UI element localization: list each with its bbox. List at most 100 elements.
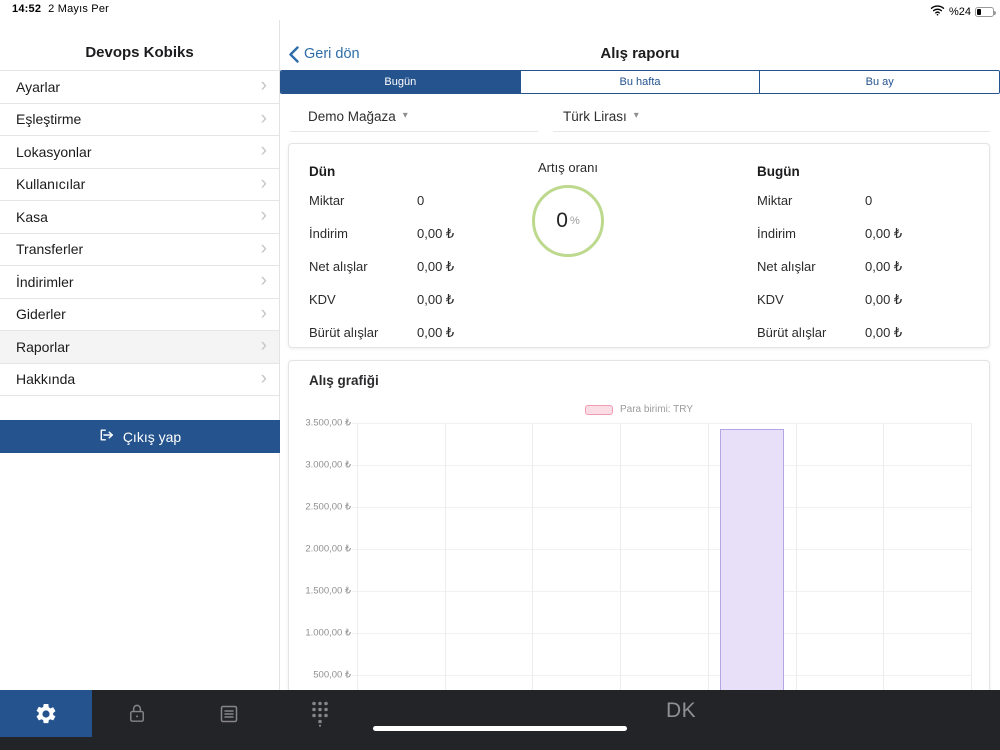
stat-row: KDV 0,00 ₺ (309, 283, 454, 316)
v-gridline (444, 423, 446, 690)
tab-bu-ay[interactable]: Bu ay (759, 71, 999, 93)
dock-tab-lock[interactable] (92, 690, 184, 737)
chart-plot: 3.500,00 ₺ 3.000,00 ₺ 2.500,00 ₺ 2.000,00 ₺… (305, 418, 972, 690)
growth-value: 0 (556, 209, 568, 232)
sidebar-item-raporlar[interactable]: Raporlar › (0, 331, 279, 364)
chart-legend: Para birimi: TRY (289, 404, 989, 415)
chart-title: Alış grafiği (309, 373, 379, 388)
lock-icon (130, 704, 145, 722)
stat-row: Miktar 0 (309, 184, 454, 217)
y-axis-tick-label: 3.500,00 ₺ (305, 417, 351, 429)
tab-bugun[interactable]: Bugün (281, 71, 520, 93)
v-gridline (532, 423, 534, 690)
status-date: 2 Mayıs Per (48, 3, 110, 15)
legend-label: Para birimi: TRY (620, 404, 693, 415)
stat-row: Miktar 0 (757, 184, 902, 217)
v-gridline (357, 423, 358, 690)
sidebar-item-label: Kasa (16, 208, 48, 225)
sidebar-item-indirimler[interactable]: İndirimler › (0, 266, 279, 299)
summary-left-rows: Miktar 0 İndirim 0,00 ₺ Net alışlar 0,00 ₺ KDV… (309, 184, 454, 349)
sidebar-title: Devops Kobiks (85, 44, 194, 61)
v-gridline (620, 423, 622, 690)
stat-row: Bürüt alışlar 0,00 ₺ (309, 316, 454, 349)
stat-value: 0,00 ₺ (865, 258, 903, 274)
y-axis-tick-label: 500,00 ₺ (313, 669, 351, 681)
stat-value: 0,00 ₺ (417, 291, 455, 307)
v-gridline (707, 423, 709, 690)
chevron-right-icon: › (260, 270, 267, 292)
stat-label: Bürüt alışlar (757, 325, 827, 340)
stat-row: Net alışlar 0,00 ₺ (309, 250, 454, 283)
stat-value: 0,00 ₺ (417, 225, 455, 241)
sidebar-item-ayarlar[interactable]: Ayarlar › (0, 71, 279, 104)
v-gridline (883, 423, 885, 690)
stat-label: Net alışlar (757, 259, 816, 274)
stat-row: Net alışlar 0,00 ₺ (757, 250, 902, 283)
currency-dropdown-value: Türk Lirası (563, 109, 627, 124)
sidebar-item-giderler[interactable]: Giderler › (0, 298, 279, 331)
tab-bu-hafta[interactable]: Bu hafta (519, 71, 760, 93)
status-time-date: 14:52 2 Mayıs Per (12, 3, 109, 15)
sidebar-item-label: Giderler (16, 306, 66, 323)
sidebar-item-eslestirme[interactable]: Eşleştirme › (0, 103, 279, 136)
stat-row: İndirim 0,00 ₺ (309, 217, 454, 250)
stat-label: KDV (757, 292, 784, 307)
growth-ring: 0% (532, 185, 604, 257)
main-content: Geri dön Alış raporu Bugün Bu hafta Bu a… (280, 20, 1000, 690)
y-axis-tick-label: 1.500,00 ₺ (305, 585, 351, 597)
logout-button[interactable]: Çıkış yap (0, 420, 280, 453)
sidebar-item-transferler[interactable]: Transferler › (0, 233, 279, 266)
status-bar: 14:52 2 Mayıs Per %24 (0, 0, 1000, 20)
status-time: 14:52 (12, 3, 42, 15)
stat-label: KDV (309, 292, 336, 307)
stat-value: 0,00 ₺ (417, 324, 455, 340)
battery-icon (975, 7, 996, 17)
sidebar-item-label: Transferler (16, 241, 84, 258)
summary-right-rows: Miktar 0 İndirim 0,00 ₺ Net alışlar 0,00 ₺ KDV… (757, 184, 902, 349)
stat-label: İndirim (309, 226, 349, 241)
stat-value: 0 (865, 193, 873, 208)
summary-yesterday-title: Dün (309, 163, 336, 179)
home-indicator[interactable] (373, 726, 627, 731)
chart-bar (719, 428, 784, 690)
y-axis-tick-label: 1.000,00 ₺ (305, 627, 351, 639)
dock-tab-keypad[interactable] (275, 690, 367, 737)
sidebar-item-kasa[interactable]: Kasa › (0, 201, 279, 234)
sidebar-item-label: Raporlar (16, 338, 70, 355)
logout-label: Çıkış yap (122, 428, 182, 445)
stat-row: Bürüt alışlar 0,00 ₺ (757, 316, 902, 349)
dock-tabs (0, 690, 366, 737)
y-axis-tick-label: 2.000,00 ₺ (305, 543, 351, 555)
stat-label: Bürüt alışlar (309, 325, 379, 340)
store-dropdown[interactable]: Demo Mağaza ▾ (290, 102, 538, 132)
chart-card: Alış grafiği Para birimi: TRY 3.500,00 ₺… (288, 360, 990, 690)
sidebar-item-kullanicilar[interactable]: Kullanıcılar › (0, 168, 279, 201)
growth-block: Artış oranı 0% (503, 160, 633, 257)
sidebar-item-label: Hakkında (16, 371, 76, 388)
status-right: %24 (930, 3, 996, 21)
growth-label: Artış oranı (538, 160, 598, 175)
chevron-right-icon: › (260, 335, 267, 357)
summary-yesterday: Dün Miktar 0 İndirim 0,00 ₺ Net alışlar 0,00 … (309, 158, 454, 349)
battery-percent: %24 (948, 6, 971, 18)
chevron-right-icon: › (260, 140, 267, 162)
stat-row: İndirim 0,00 ₺ (757, 217, 902, 250)
sidebar-item-lokasyonlar[interactable]: Lokasyonlar › (0, 136, 279, 169)
sidebar-menu: Ayarlar › Eşleştirme › Lokasyonlar › Kullanıcı… (0, 70, 279, 396)
keypad-icon (312, 701, 329, 727)
currency-dropdown[interactable]: Türk Lirası ▾ (553, 102, 990, 132)
dock-bar: DK (0, 690, 1000, 750)
dock-tab-orders[interactable] (183, 690, 275, 737)
sidebar-item-hakkinda[interactable]: Hakkında › (0, 363, 279, 396)
stat-label: Net alışlar (309, 259, 368, 274)
legend-swatch (585, 404, 613, 415)
sidebar-item-label: Kullanıcılar (16, 176, 86, 193)
chevron-right-icon: › (260, 302, 267, 324)
stat-value: 0 (417, 193, 425, 208)
wifi-icon (930, 3, 945, 21)
dock-tab-settings[interactable] (0, 690, 92, 737)
y-axis-tick-label: 3.000,00 ₺ (305, 459, 351, 471)
store-dropdown-value: Demo Mağaza (308, 109, 396, 124)
sidebar-item-label: İndirimler (16, 273, 74, 290)
chevron-right-icon: › (260, 172, 267, 194)
